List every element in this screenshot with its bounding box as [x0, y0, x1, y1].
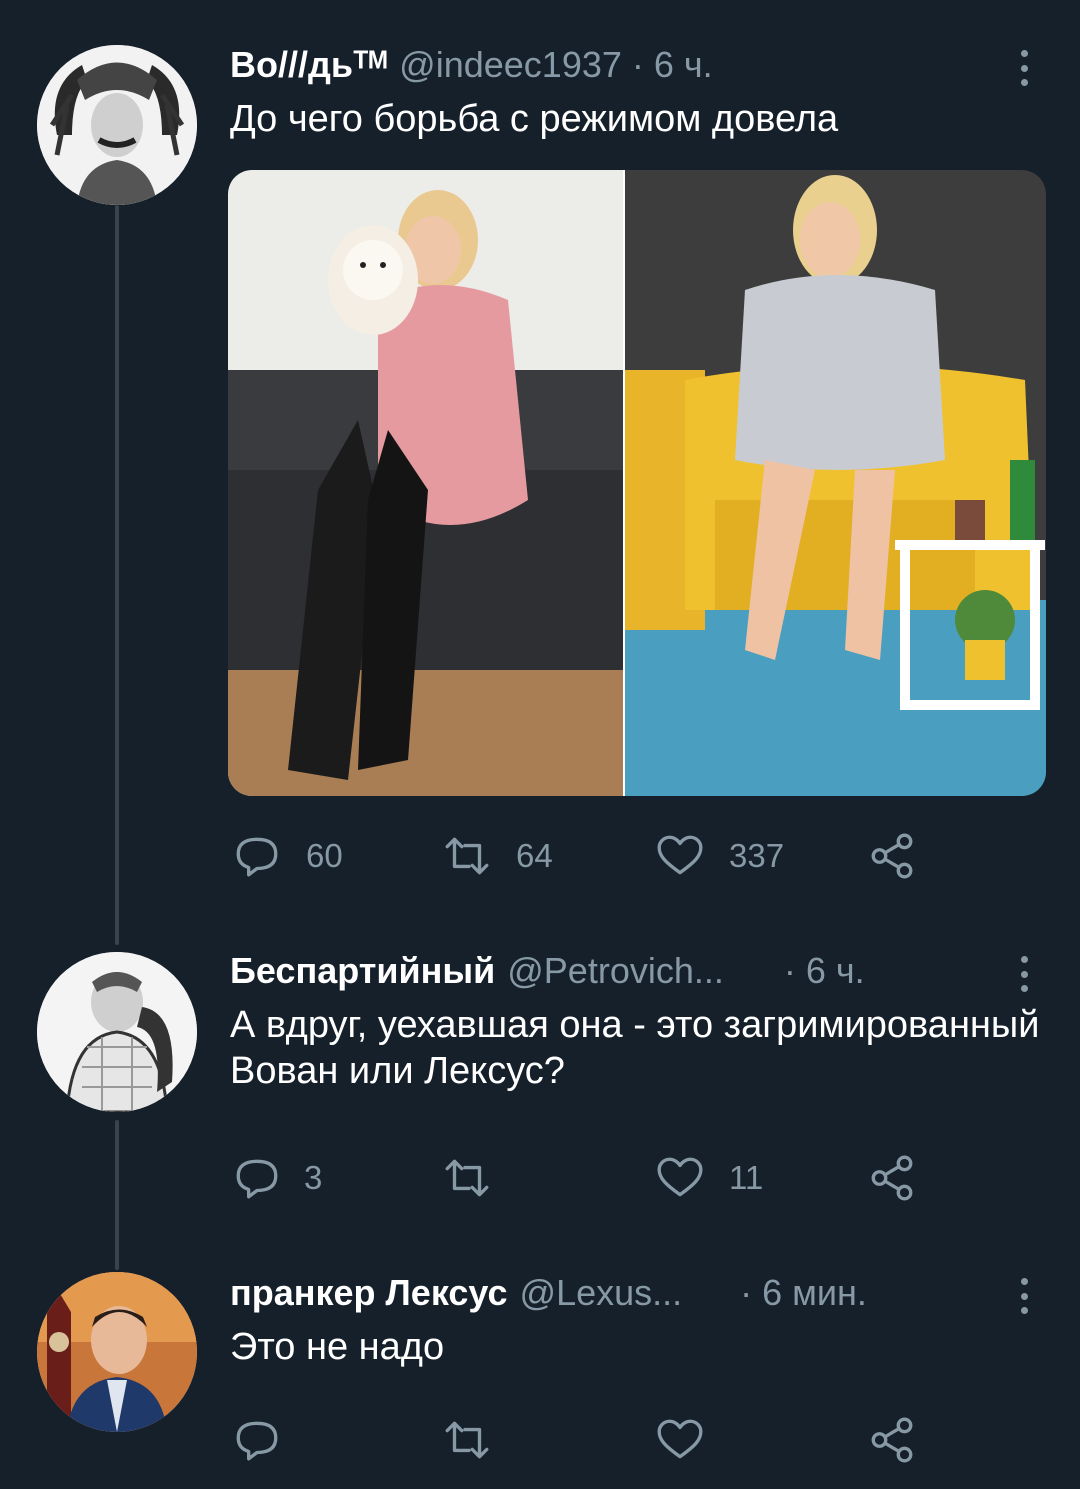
like-button[interactable]: 337	[655, 826, 784, 886]
share-icon	[871, 833, 913, 879]
photo-woman-with-dog	[228, 170, 623, 796]
photo-right[interactable]	[625, 170, 1046, 796]
like-button[interactable]	[655, 1410, 729, 1470]
like-button[interactable]: 11	[655, 1148, 763, 1208]
user-handle[interactable]: @Lexus...	[520, 1272, 683, 1314]
display-name[interactable]: пранкер Лексус	[230, 1272, 508, 1314]
tweet-actions	[230, 1410, 930, 1470]
tweet-media[interactable]	[228, 170, 1046, 796]
reply-bubble-icon	[236, 1159, 278, 1199]
separator-dot: ·	[740, 1272, 753, 1313]
reply-button[interactable]	[232, 1410, 306, 1470]
tweet-text: А вдруг, уехавшая она - это загримирован…	[230, 1004, 1040, 1092]
share-icon	[871, 1417, 913, 1463]
tweet-text: До чего борьба с режимом довела	[230, 98, 839, 140]
tweet-text: Это не надо	[230, 1326, 445, 1368]
display-name[interactable]: Во///дьᵀᴹ	[230, 44, 387, 86]
user-handle[interactable]: @indeec1937	[399, 44, 622, 86]
reply-button[interactable]: 60	[232, 826, 343, 886]
heart-icon	[657, 1157, 703, 1197]
timestamp[interactable]: 6 мин.	[762, 1272, 867, 1314]
reply-button[interactable]: 3	[232, 1148, 322, 1208]
timestamp[interactable]: 6 ч.	[654, 44, 713, 86]
user-handle[interactable]: @Petrovich...	[507, 950, 724, 992]
retweet-icon	[445, 1421, 489, 1459]
reply-count: 60	[306, 837, 343, 874]
retweet-button[interactable]	[442, 1148, 516, 1208]
separator-dot: ·	[631, 44, 644, 85]
separator-dot: ·	[783, 950, 796, 991]
heart-icon	[657, 1419, 703, 1459]
tweet-header: Беспартийный @Petrovich... · 6 ч.	[230, 950, 1080, 992]
thread-connector-line	[115, 1120, 119, 1270]
reply-count: 3	[304, 1159, 323, 1196]
twitter-thread: Во///дьᵀᴹ @indeec1937 · 6 ч. До чего бор…	[0, 0, 1080, 1489]
display-name[interactable]: Беспартийный	[230, 950, 495, 992]
like-count: 337	[729, 837, 785, 874]
tweet-actions: 60 64 337	[230, 826, 930, 886]
share-button[interactable]	[867, 1148, 917, 1208]
retweet-button[interactable]: 64	[442, 826, 553, 886]
share-button[interactable]	[867, 826, 917, 886]
tweet-header: пранкер Лексус @Lexus... · 6 мин.	[230, 1272, 1080, 1314]
photo-woman-on-yellow-chair	[625, 170, 1046, 796]
tweet-actions: 3 11	[230, 1148, 930, 1208]
reply-bubble-icon	[236, 837, 278, 877]
avatar[interactable]	[37, 45, 197, 205]
like-count: 11	[729, 1159, 764, 1196]
tweet[interactable]: Беспартийный @Petrovich... · 6 ч. А вдру…	[230, 950, 1080, 1094]
more-vertical-icon[interactable]	[1018, 1278, 1030, 1314]
avatar-image	[37, 1272, 197, 1432]
avatar[interactable]	[37, 1272, 197, 1432]
retweet-count: 64	[516, 837, 553, 874]
tweet-header: Во///дьᵀᴹ @indeec1937 · 6 ч.	[230, 44, 1080, 86]
timestamp[interactable]: 6 ч.	[806, 950, 865, 992]
avatar-image	[37, 952, 197, 1112]
heart-icon	[657, 835, 703, 875]
avatar-image	[37, 45, 197, 205]
photo-left[interactable]	[228, 170, 623, 796]
tweet[interactable]: пранкер Лексус @Lexus... · 6 мин. Это не…	[230, 1272, 1080, 1370]
more-vertical-icon[interactable]	[1018, 50, 1030, 86]
share-button[interactable]	[867, 1410, 917, 1470]
thread-connector-line	[115, 205, 119, 945]
retweet-icon	[445, 837, 489, 875]
more-vertical-icon[interactable]	[1018, 956, 1030, 992]
retweet-button[interactable]	[442, 1410, 516, 1470]
retweet-icon	[445, 1159, 489, 1197]
share-icon	[871, 1155, 913, 1201]
reply-bubble-icon	[236, 1421, 278, 1461]
tweet[interactable]: Во///дьᵀᴹ @indeec1937 · 6 ч. До чего бор…	[230, 44, 1080, 142]
avatar[interactable]	[37, 952, 197, 1112]
